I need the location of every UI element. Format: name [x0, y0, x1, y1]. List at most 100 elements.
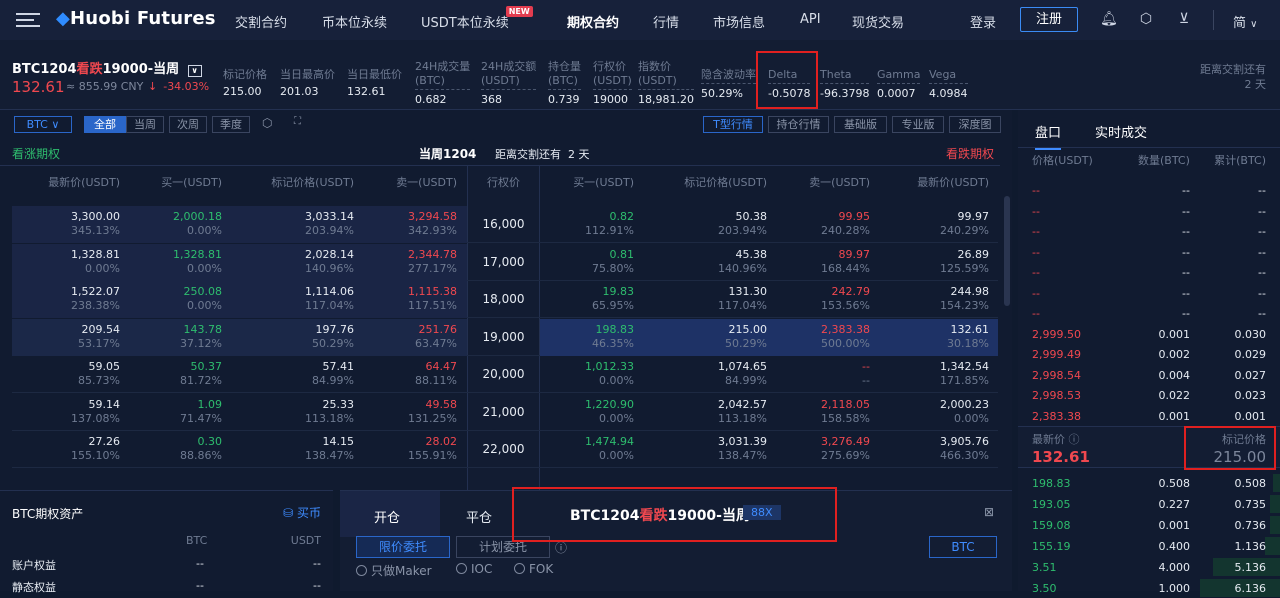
call-cell[interactable]: 250.08 0.00%	[140, 281, 223, 312]
period-quarter[interactable]: 季度	[212, 116, 250, 133]
tab-orderbook[interactable]: 盘口	[1035, 122, 1062, 150]
settings-icon[interactable]: ⬡	[1138, 11, 1154, 27]
bell-icon[interactable]: 🔔︎	[1100, 11, 1118, 27]
login-link[interactable]: 登录	[970, 12, 996, 31]
call-cell[interactable]: 1,522.07 238.38%	[40, 281, 120, 312]
nav-markets[interactable]: 行情	[653, 12, 679, 31]
ask-row[interactable]: 2,999.49 0.002 0.029	[1018, 344, 1280, 364]
ask-row[interactable]: -- -- --	[1018, 180, 1280, 200]
call-cell[interactable]: 2,344.78 277.17%	[377, 244, 457, 275]
put-cell[interactable]: -- --	[790, 356, 870, 387]
call-cell[interactable]: 1,328.81 0.00%	[140, 244, 222, 275]
table-row[interactable]: 1,328.81 0.00% 1,328.81 0.00% 2,028.14 140.96…	[12, 243, 998, 281]
bid-row[interactable]: 193.05 0.227 0.735	[1018, 494, 1280, 514]
put-cell[interactable]: 132.61 30.18%	[909, 319, 989, 350]
settings-icon[interactable]: ⬡	[262, 116, 272, 130]
call-cell[interactable]: 1,115.38 117.51%	[377, 281, 457, 312]
call-cell[interactable]: 28.02 155.91%	[377, 431, 457, 462]
tab-trades[interactable]: 实时成交	[1095, 122, 1147, 141]
view-t-quote[interactable]: T型行情	[703, 116, 763, 133]
put-cell[interactable]: 198.83 46.35%	[554, 319, 634, 350]
ask-row[interactable]: 2,383.38 0.001 0.001	[1018, 406, 1280, 426]
ask-row[interactable]: -- -- --	[1018, 221, 1280, 241]
put-half[interactable]: 1,220.90 0.00% 2,042.57 113.18% 2,118.05 158.…	[540, 394, 998, 431]
plan-order-tab[interactable]: 计划委托	[456, 536, 550, 558]
put-cell[interactable]: 0.81 75.80%	[554, 244, 634, 275]
option-ioc[interactable]: IOC	[456, 562, 492, 576]
put-cell[interactable]: 1,012.33 0.00%	[554, 356, 634, 387]
put-cell[interactable]: 0.82 112.91%	[554, 206, 634, 237]
logo[interactable]: ◆Huobi Futures	[56, 8, 216, 29]
scrollbar[interactable]	[1004, 196, 1010, 306]
call-cell[interactable]: 3,033.14 203.94%	[254, 206, 354, 237]
table-row[interactable]: 59.14 137.08% 1.09 71.47% 25.33 113.18% 49.58 1…	[12, 394, 998, 431]
download-icon[interactable]: ⊻	[1176, 11, 1192, 27]
call-half[interactable]: 59.14 137.08% 1.09 71.47% 25.33 113.18% 49.58 1…	[12, 394, 467, 431]
tab-open[interactable]: 开仓	[374, 507, 400, 526]
nav-api[interactable]: API	[800, 12, 821, 27]
call-cell[interactable]: 25.33 113.18%	[254, 394, 354, 425]
put-cell[interactable]: 89.97 168.44%	[790, 244, 870, 275]
bid-row[interactable]: 3.51 4.000 5.136	[1018, 557, 1280, 577]
table-row[interactable]: 1,522.07 238.38% 250.08 0.00% 1,114.06 117.04…	[12, 281, 998, 318]
language-select[interactable]: 简 ∨	[1233, 12, 1257, 31]
expand-icon[interactable]: ⛶	[294, 116, 301, 127]
put-cell[interactable]: 3,031.39 138.47%	[667, 431, 767, 462]
call-cell[interactable]: 2,028.14 140.96%	[254, 244, 354, 275]
nav-coin-swap[interactable]: 币本位永续	[322, 12, 387, 31]
ask-row[interactable]: -- -- --	[1018, 201, 1280, 221]
put-cell[interactable]: 99.95 240.28%	[790, 206, 870, 237]
call-half[interactable]: 209.54 53.17% 143.78 37.12% 197.76 50.29% 251.…	[12, 318, 467, 356]
calculator-icon[interactable]: ⊠	[984, 505, 994, 519]
period-all[interactable]: 全部	[84, 116, 126, 133]
put-cell[interactable]: 242.79 153.56%	[790, 281, 870, 312]
ask-row[interactable]: 2,998.53 0.022 0.023	[1018, 385, 1280, 405]
view-basic[interactable]: 基础版	[834, 116, 887, 133]
contract-symbol[interactable]: BTC1204看跌19000-当周 ∨	[12, 58, 202, 77]
put-cell[interactable]: 2,042.57 113.18%	[667, 394, 767, 425]
call-cell[interactable]: 3,294.58 342.93%	[377, 206, 457, 237]
nav-delivery[interactable]: 交割合约	[235, 12, 287, 31]
view-pro[interactable]: 专业版	[892, 116, 944, 133]
put-cell[interactable]: 2,118.05 158.58%	[790, 394, 870, 425]
put-cell[interactable]: 2,383.38 500.00%	[790, 319, 870, 350]
table-row[interactable]: 3,300.00 345.13% 2,000.18 0.00% 3,033.14 203.…	[12, 206, 998, 243]
put-half[interactable]: 0.82 112.91% 50.38 203.94% 99.95 240.28% 99.97…	[540, 206, 998, 243]
option-maker-only[interactable]: 只做Maker	[356, 562, 432, 579]
call-cell[interactable]: 1,328.81 0.00%	[40, 244, 120, 275]
call-cell[interactable]: 49.58 131.25%	[377, 394, 457, 425]
info-icon[interactable]: ⓘ	[555, 539, 567, 556]
ask-row[interactable]: -- -- --	[1018, 303, 1280, 323]
bid-row[interactable]: 159.08 0.001 0.736	[1018, 515, 1280, 535]
nav-spot[interactable]: 现货交易	[852, 12, 904, 31]
put-half[interactable]: 198.83 46.35% 215.00 50.29% 2,383.38 500.00% 1…	[540, 318, 998, 356]
put-cell[interactable]: 131.30 117.04%	[667, 281, 767, 312]
put-half[interactable]: 0.81 75.80% 45.38 140.96% 89.97 168.44% 26.89 1…	[540, 244, 998, 281]
put-cell[interactable]: 3,276.49 275.69%	[790, 431, 870, 462]
put-cell[interactable]: 1,342.54 171.85%	[909, 356, 989, 387]
ask-row[interactable]: 2,998.54 0.004 0.027	[1018, 365, 1280, 385]
menu-icon[interactable]	[16, 13, 40, 27]
table-row[interactable]: 209.54 53.17% 143.78 37.12% 197.76 50.29% 251.…	[12, 318, 998, 356]
period-this-week[interactable]: 当周	[126, 116, 164, 133]
call-cell[interactable]: 1.09 71.47%	[140, 394, 222, 425]
option-fok[interactable]: FOK	[514, 562, 553, 576]
put-cell[interactable]: 19.83 65.95%	[554, 281, 634, 312]
call-cell[interactable]: 0.30 88.86%	[140, 431, 222, 462]
put-cell[interactable]: 26.89 125.59%	[909, 244, 989, 275]
put-cell[interactable]: 99.97 240.29%	[909, 206, 989, 237]
call-cell[interactable]: 197.76 50.29%	[254, 319, 354, 350]
ask-row[interactable]: 2,999.50 0.001 0.030	[1018, 324, 1280, 344]
info-icon[interactable]: ⓘ	[1069, 433, 1080, 446]
call-cell[interactable]: 14.15 138.47%	[254, 431, 354, 462]
bid-row[interactable]: 155.19 0.400 1.136	[1018, 536, 1280, 556]
put-cell[interactable]: 45.38 140.96%	[667, 244, 767, 275]
bid-row[interactable]: 3.50 1.000 6.136	[1018, 578, 1280, 598]
call-half[interactable]: 1,522.07 238.38% 250.08 0.00% 1,114.06 117.04…	[12, 281, 467, 318]
put-half[interactable]: 1,012.33 0.00% 1,074.65 84.99% -- -- 1,342.54 1…	[540, 356, 998, 393]
put-cell[interactable]: 215.00 50.29%	[667, 319, 767, 350]
put-cell[interactable]: 3,905.76 466.30%	[909, 431, 989, 462]
call-cell[interactable]: 50.37 81.72%	[140, 356, 222, 387]
ask-row[interactable]: -- -- --	[1018, 262, 1280, 282]
call-cell[interactable]: 59.05 85.73%	[40, 356, 120, 387]
